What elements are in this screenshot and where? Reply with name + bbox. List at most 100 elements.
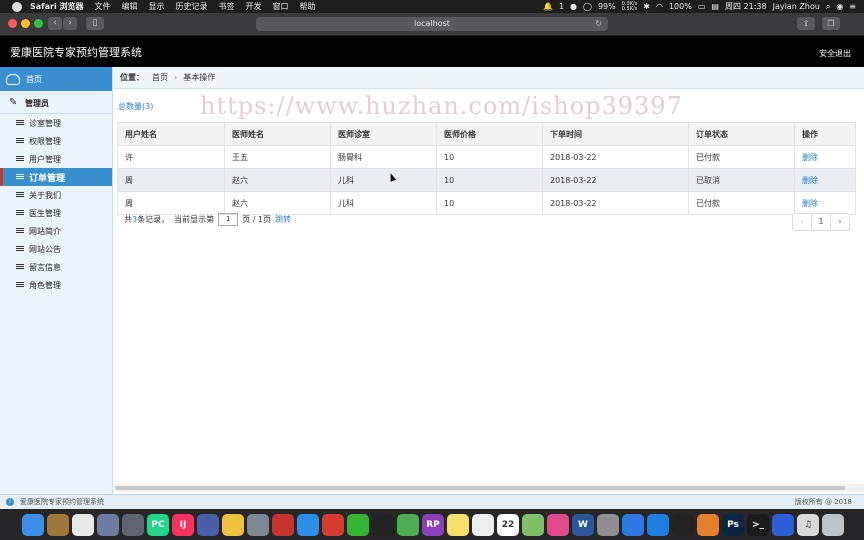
dock-trash-icon[interactable] bbox=[822, 513, 844, 536]
wifi-icon[interactable]: ◠ bbox=[656, 2, 663, 11]
dock-textedit-icon[interactable] bbox=[472, 513, 494, 536]
menu-edit[interactable]: 编辑 bbox=[122, 1, 138, 12]
dock-chrome-like-icon[interactable] bbox=[397, 513, 419, 536]
notification-icon[interactable]: 🔔 bbox=[543, 2, 553, 11]
dock-wechat-icon[interactable] bbox=[347, 513, 369, 536]
dock-baidu-netdisk-icon[interactable] bbox=[622, 513, 644, 536]
sidebar-item-roles[interactable]: 角色管理 bbox=[0, 276, 112, 294]
reload-icon[interactable]: ↻ bbox=[595, 17, 602, 31]
dock-sublime-ext-icon[interactable] bbox=[197, 513, 219, 536]
list-icon bbox=[16, 156, 24, 162]
battery-icon[interactable]: ▭ bbox=[698, 2, 706, 11]
sidebar-item-about[interactable]: 关于我们 bbox=[0, 186, 112, 204]
dock-qq-2-icon[interactable] bbox=[672, 513, 694, 536]
tabs-overview-icon[interactable]: ❐ bbox=[822, 17, 840, 30]
dock-teamviewer-icon[interactable] bbox=[647, 513, 669, 536]
breadcrumb-home[interactable]: 首页 bbox=[152, 72, 168, 83]
dock-axure-rp-icon[interactable]: RP bbox=[422, 513, 444, 536]
cell-doctor: 赵六 bbox=[224, 191, 331, 215]
forward-button[interactable]: › bbox=[63, 17, 77, 30]
dock-itunes-icon[interactable] bbox=[547, 513, 569, 536]
menu-window[interactable]: 窗口 bbox=[273, 1, 289, 12]
back-button[interactable]: ‹ bbox=[48, 17, 62, 30]
menu-develop[interactable]: 开发 bbox=[246, 1, 262, 12]
sidebar-item-permission[interactable]: 权限管理 bbox=[0, 132, 112, 150]
dock-qq-icon[interactable] bbox=[372, 513, 394, 536]
dock-photos-icon[interactable] bbox=[72, 513, 94, 536]
dock-music-folder-icon[interactable]: ♫ bbox=[797, 513, 819, 536]
notification-center-icon[interactable]: ≡ bbox=[849, 2, 856, 11]
sidebar-item-users[interactable]: 用户管理 bbox=[0, 150, 112, 168]
clock[interactable]: 周四 21:38 bbox=[725, 1, 767, 12]
sidebar-item-doctors[interactable]: 医生管理 bbox=[0, 204, 112, 222]
address-bar[interactable]: localhost ↻ bbox=[256, 17, 608, 31]
dock-pycharm-icon[interactable]: PC bbox=[147, 513, 169, 536]
battery-ring-icon[interactable]: ◯ bbox=[583, 2, 592, 11]
jump-link[interactable]: 跳转 bbox=[275, 214, 291, 225]
scrollbar-thumb[interactable] bbox=[115, 486, 845, 490]
sidebar-item-messages[interactable]: 留言信息 bbox=[0, 258, 112, 276]
user-name[interactable]: Jaylan Zhou bbox=[773, 2, 820, 11]
minimize-window-button[interactable] bbox=[21, 19, 30, 28]
status-text: 爱康医院专家预约管理系统 bbox=[20, 498, 104, 506]
share-icon[interactable]: ⇪ bbox=[797, 17, 815, 30]
sidebar-group-admin[interactable]: ✎ 管理员 bbox=[0, 93, 112, 114]
watermark: https://www.huzhan.com/ishop39397 bbox=[200, 92, 683, 120]
flag-icon[interactable]: ▤ bbox=[711, 2, 719, 11]
dock-db-tool-icon[interactable] bbox=[247, 513, 269, 536]
dock-maps-icon[interactable] bbox=[522, 513, 544, 536]
pagination-text-pre: 共 bbox=[124, 215, 132, 224]
sidebar-item-intro[interactable]: 网站简介 bbox=[0, 222, 112, 240]
menu-help[interactable]: 帮助 bbox=[300, 1, 316, 12]
dock-photoshop-icon[interactable]: Ps bbox=[722, 513, 744, 536]
close-window-button[interactable] bbox=[8, 19, 17, 28]
dock-calendar-icon[interactable]: 22 bbox=[497, 513, 519, 536]
total-count[interactable]: 总数量(3) bbox=[118, 101, 153, 112]
dock-notes-app-icon[interactable] bbox=[47, 513, 69, 536]
delete-link[interactable]: 删除 bbox=[802, 153, 818, 162]
breadcrumb-current: 基本操作 bbox=[183, 73, 216, 82]
dock-terminal-icon[interactable]: >_ bbox=[747, 513, 769, 536]
dock-system-prefs-icon[interactable] bbox=[597, 513, 619, 536]
dock-safari-icon[interactable] bbox=[297, 513, 319, 536]
apple-icon[interactable] bbox=[12, 1, 22, 12]
sidebar-item-clinic[interactable]: 诊室管理 bbox=[0, 114, 112, 132]
menu-view[interactable]: 显示 bbox=[149, 1, 165, 12]
spotlight-icon[interactable]: ⌕ bbox=[826, 2, 830, 12]
siri-icon[interactable]: ◉ bbox=[836, 2, 843, 11]
dock-redis-icon[interactable] bbox=[272, 513, 294, 536]
horizontal-scrollbar[interactable] bbox=[113, 484, 864, 492]
dock-stickies-icon[interactable] bbox=[447, 513, 469, 536]
page-1-button[interactable]: 1 bbox=[811, 213, 831, 231]
delete-link[interactable]: 删除 bbox=[802, 199, 818, 208]
menu-app-name[interactable]: Safari 浏览器 bbox=[30, 1, 84, 12]
dock-launchpad-icon[interactable] bbox=[122, 513, 144, 536]
dock-word-icon[interactable]: W bbox=[572, 513, 594, 536]
dock-intellij-icon[interactable]: IJ bbox=[172, 513, 194, 536]
sidebar-item-orders[interactable]: 订单管理 bbox=[0, 168, 112, 186]
dock-sublime-text-icon[interactable] bbox=[697, 513, 719, 536]
sidebar-toggle-icon[interactable]: ▯ bbox=[86, 17, 104, 30]
cell-time: 2018-03-22 bbox=[542, 168, 689, 192]
wechat-tray-icon[interactable]: ● bbox=[570, 2, 577, 11]
dock-preview-icon[interactable] bbox=[97, 513, 119, 536]
dock-browser-2-icon[interactable] bbox=[772, 513, 794, 536]
menu-file[interactable]: 文件 bbox=[95, 1, 111, 12]
menu-history[interactable]: 历史记录 bbox=[176, 1, 208, 12]
status-bar: i 爱康医院专家预约管理系统 版权所有 @ 2018 bbox=[0, 494, 864, 509]
zoom-window-button[interactable] bbox=[34, 19, 43, 28]
next-page-button[interactable]: › bbox=[830, 213, 850, 231]
dock-netease-music-icon[interactable] bbox=[322, 513, 344, 536]
logout-link[interactable]: 安全退出 bbox=[819, 48, 851, 59]
sidebar-item-notice[interactable]: 网站公告 bbox=[0, 240, 112, 258]
table-row: 许 王五 肠胃科 10 2018-03-22 已付款 删除 bbox=[117, 145, 856, 169]
list-icon bbox=[16, 228, 24, 234]
sidebar-home[interactable]: 首页 bbox=[0, 67, 112, 91]
bluetooth-icon[interactable]: ✱ bbox=[643, 2, 650, 11]
delete-link[interactable]: 删除 bbox=[802, 176, 818, 185]
dock-sequel-icon[interactable] bbox=[222, 513, 244, 536]
page-number-input[interactable]: 1 bbox=[218, 213, 239, 226]
menu-bookmarks[interactable]: 书签 bbox=[219, 1, 235, 12]
dock-finder-icon[interactable] bbox=[22, 513, 44, 536]
prev-page-button[interactable]: ‹ bbox=[792, 213, 812, 231]
